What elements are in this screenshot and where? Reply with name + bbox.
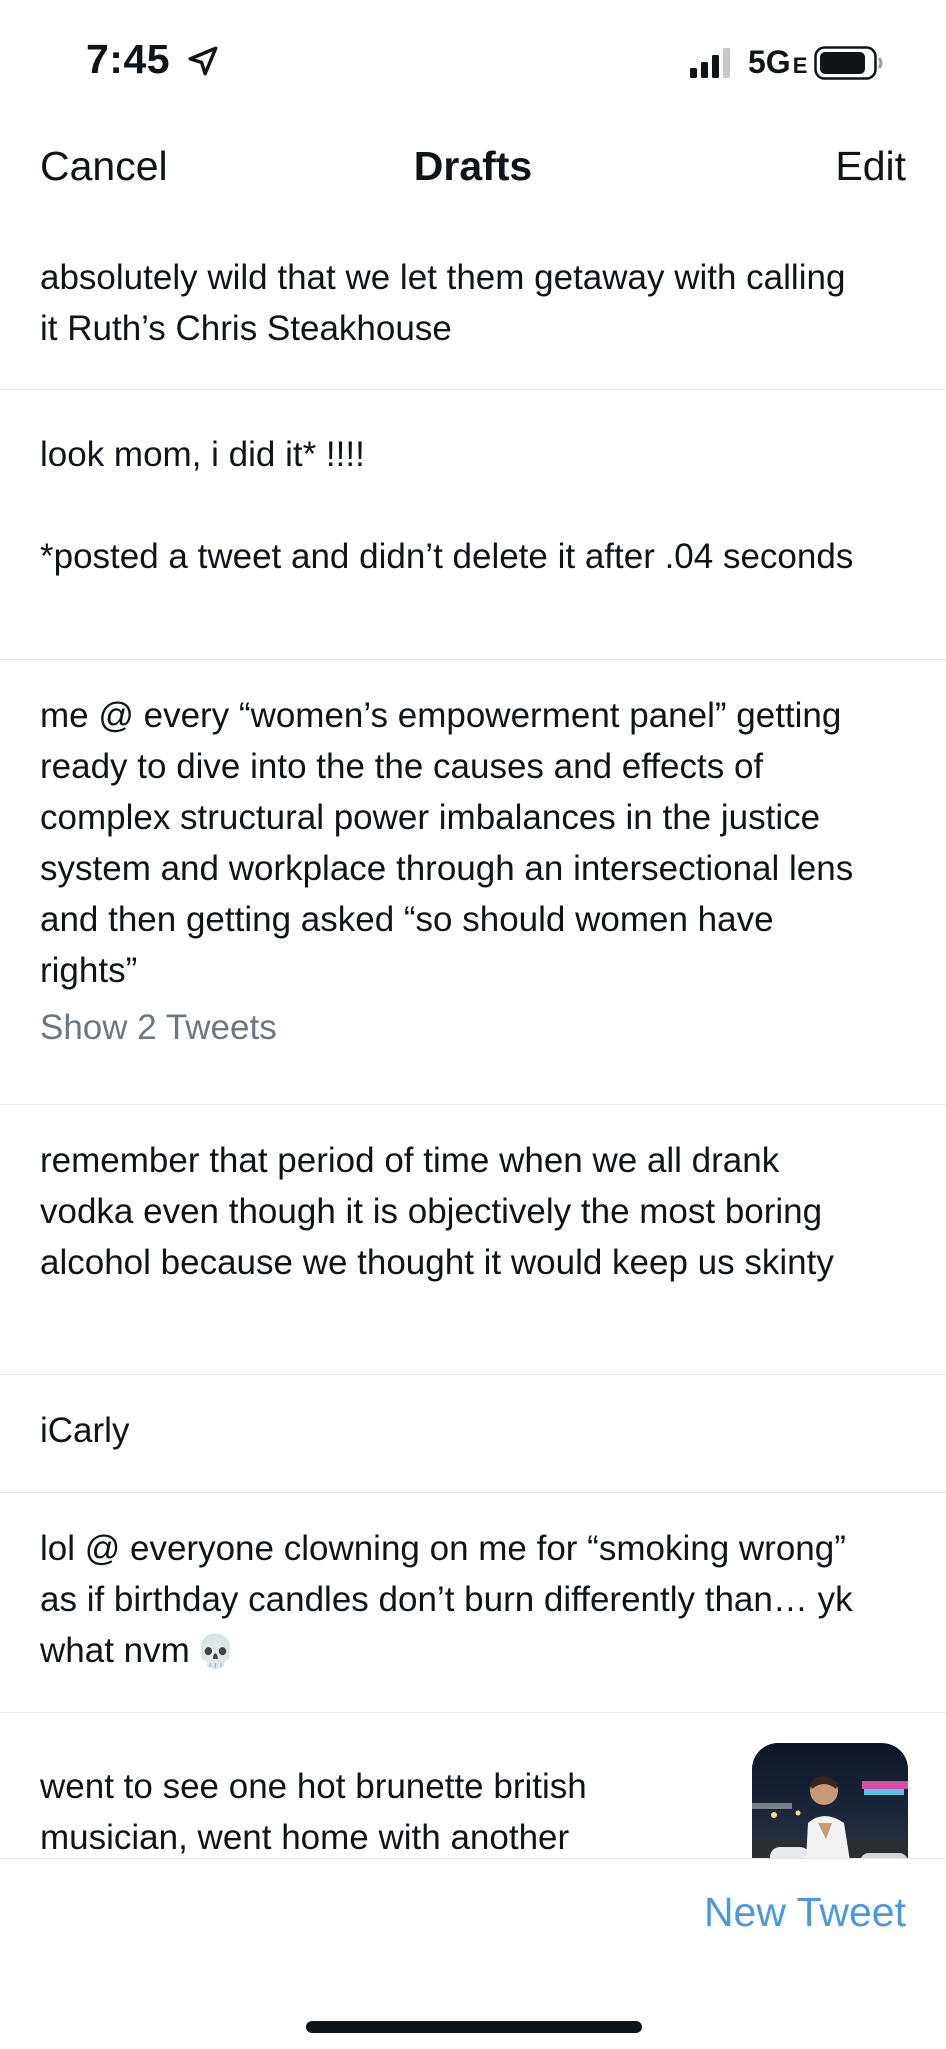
page-title: Drafts bbox=[413, 143, 533, 189]
location-arrow-icon bbox=[188, 46, 218, 76]
status-time: 7:45 bbox=[86, 36, 171, 82]
draft-item[interactable]: look mom, i did it* !!!! *posted a tweet… bbox=[0, 390, 946, 660]
draft-item[interactable]: remember that period of time when we all… bbox=[0, 1105, 946, 1375]
network-subtype: E bbox=[792, 53, 808, 78]
draft-text: remember that period of time when we all… bbox=[40, 1141, 834, 1282]
draft-text: absolutely wild that we let them getaway… bbox=[40, 258, 846, 348]
nav-bar: Cancel Drafts Edit bbox=[0, 125, 946, 210]
draft-text: lol @ everyone clowning on me for “smoki… bbox=[40, 1523, 906, 1677]
draft-text: me @ every “women’s empowerment panel” g… bbox=[40, 696, 854, 990]
skull-emoji-icon: 💀 bbox=[195, 1633, 236, 1669]
draft-item[interactable]: went to see one hot brunette british mus… bbox=[0, 1713, 946, 1860]
photo-thumbnail-image bbox=[752, 1743, 908, 1860]
draft-item[interactable]: absolutely wild that we let them getaway… bbox=[0, 210, 946, 390]
draft-item[interactable]: iCarly bbox=[0, 1375, 946, 1493]
bottom-bar: New Tweet bbox=[0, 1858, 946, 2049]
draft-text-content: lol @ everyone clowning on me for “smoki… bbox=[40, 1529, 853, 1670]
network-type: 5G bbox=[748, 44, 791, 80]
drafts-list: absolutely wild that we let them getaway… bbox=[0, 210, 946, 1860]
network-indicator: 5GE bbox=[748, 44, 807, 81]
show-thread-link[interactable]: Show 2 Tweets bbox=[40, 1002, 906, 1053]
edit-button[interactable]: Edit bbox=[835, 143, 906, 190]
photo-thumbnail[interactable] bbox=[752, 1743, 908, 1860]
battery-icon bbox=[814, 46, 883, 80]
status-bar: 7:45 5GE bbox=[0, 0, 946, 120]
draft-item[interactable]: lol @ everyone clowning on me for “smoki… bbox=[0, 1493, 946, 1713]
home-indicator[interactable] bbox=[306, 2021, 642, 2033]
draft-text: look mom, i did it* !!!! *posted a tweet… bbox=[40, 435, 854, 576]
new-tweet-button[interactable]: New Tweet bbox=[704, 1889, 906, 1936]
signal-bars-icon bbox=[690, 48, 730, 78]
draft-item[interactable]: me @ every “women’s empowerment panel” g… bbox=[0, 660, 946, 1105]
draft-text: iCarly bbox=[40, 1411, 130, 1450]
